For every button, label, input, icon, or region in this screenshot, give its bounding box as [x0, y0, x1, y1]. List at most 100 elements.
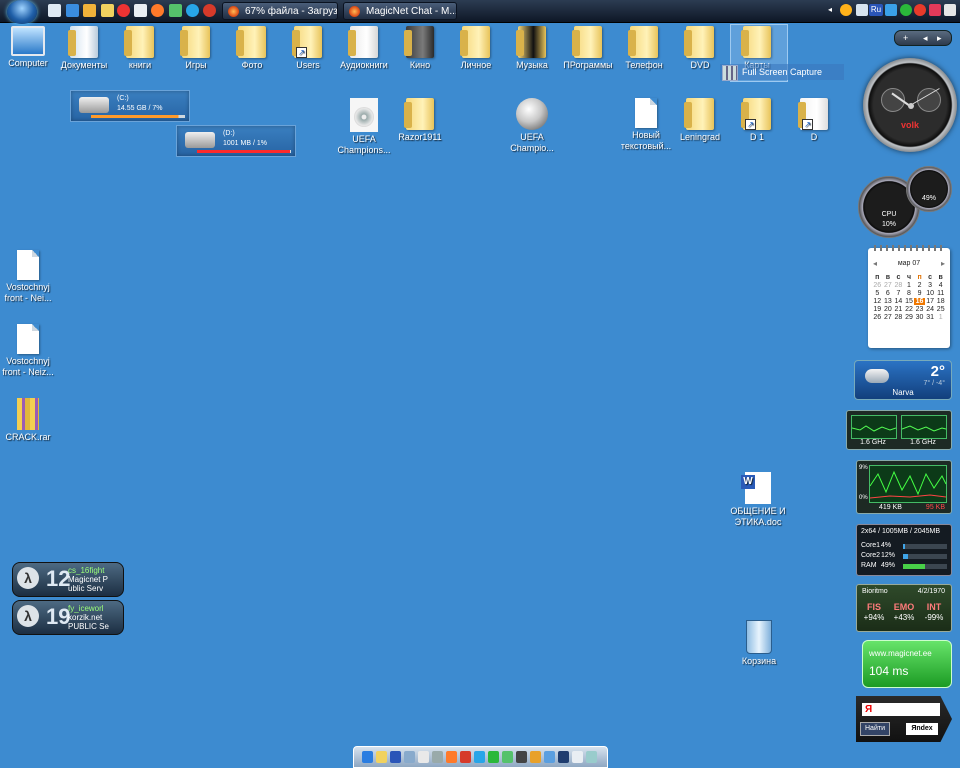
ru-language-icon[interactable]: Ru	[869, 4, 883, 16]
calendar-day[interactable]: 2	[914, 282, 925, 289]
winamp-icon[interactable]	[530, 751, 541, 763]
arrow-icon[interactable]: ◂	[828, 6, 836, 14]
torrent-icon[interactable]	[502, 751, 513, 763]
desktop-icon-razor[interactable]: Razor1911	[390, 98, 450, 143]
start-button[interactable]	[7, 0, 37, 24]
calendar-day[interactable]: 16	[914, 298, 925, 305]
calendar-day[interactable]: 5	[872, 290, 883, 297]
calendar-day[interactable]: 23	[914, 306, 925, 313]
calendar-day[interactable]: 25	[935, 306, 946, 313]
desktop-icon-programs[interactable]: ПРограммы	[558, 26, 618, 71]
desktop-icon-books[interactable]: книги	[110, 26, 170, 71]
shield-icon[interactable]	[929, 4, 941, 16]
calendar-day[interactable]: 6	[883, 290, 894, 297]
calendar-day[interactable]: 3	[925, 282, 936, 289]
network-gadget[interactable]: 9% 0% 419 KB 95 KB	[856, 460, 952, 514]
task-download[interactable]: 67% файла - Загруз...	[222, 2, 338, 20]
next-page-button[interactable]: ▸	[937, 31, 942, 45]
cpu-frequency-gadget[interactable]: 1.6 GHz 1.6 GHz	[846, 410, 952, 450]
desktop-icon-audiobooks[interactable]: Аудиокниги	[334, 26, 394, 71]
calendar-day[interactable]: 1	[935, 314, 946, 321]
game-server-widget-1[interactable]: λ 12 cs_16fight Magicnet P ublic Serv	[12, 562, 124, 597]
gear-icon[interactable]	[432, 751, 443, 763]
desktop-icon-music[interactable]: Музыка	[502, 26, 562, 71]
folder-icon[interactable]	[101, 4, 114, 17]
opera-icon[interactable]	[203, 4, 216, 17]
gmail-icon[interactable]	[117, 4, 130, 17]
desktop-icon-crack-rar[interactable]: CRACK.rar	[0, 398, 58, 443]
chat-icon[interactable]	[544, 751, 555, 763]
calendar-day[interactable]: 24	[925, 306, 936, 313]
photoshop-icon[interactable]	[558, 751, 569, 763]
game-server-widget-2[interactable]: λ 19 fy_iceworl korzik.net PUBLIC Se	[12, 600, 124, 635]
calendar-day[interactable]: 30	[914, 314, 925, 321]
calendar-gadget[interactable]: ◂ мар 07 ▸ п в с ч п с в 26 27 28 1 2 3 4 5 6 7 8 9 10 11 12 1…	[868, 245, 950, 348]
calendar-day[interactable]: 4	[935, 282, 946, 289]
media-player-icon[interactable]	[83, 4, 96, 17]
update-icon[interactable]	[914, 4, 926, 16]
explorer-icon[interactable]	[404, 751, 415, 763]
calendar-day[interactable]: 9	[914, 290, 925, 297]
ie-icon[interactable]	[66, 4, 79, 17]
opera-icon[interactable]	[460, 751, 471, 763]
calendar-day[interactable]: 13	[883, 298, 894, 305]
calendar-day[interactable]: 8	[904, 290, 915, 297]
memory-meter-gadget[interactable]: 49%	[906, 166, 952, 212]
desktop-icon-new-text[interactable]: Новый текстовый...	[616, 98, 676, 152]
calendar-day[interactable]: 10	[925, 290, 936, 297]
folder-icon[interactable]	[376, 751, 387, 763]
system-monitor-gadget[interactable]: 2x64 / 1005MB / 2045MB Core1 4% Core2 12…	[856, 524, 952, 576]
desktop-icon-documents[interactable]: Документы	[54, 26, 114, 71]
desktop-icon-movies[interactable]: Кино	[390, 26, 450, 71]
search-icon[interactable]	[840, 4, 852, 16]
messenger-icon[interactable]	[134, 4, 147, 17]
desktop-icon-word-doc[interactable]: ОБЩЕНИЕ И ЭТИКА.doc	[724, 472, 792, 528]
calendar-day[interactable]: 19	[872, 306, 883, 313]
calendar-day[interactable]: 18	[935, 298, 946, 305]
calendar-day[interactable]: 28	[893, 282, 904, 289]
drive-d-panel[interactable]: (D:) 1001 MB / 1%	[176, 125, 296, 157]
calendar-day[interactable]: 14	[893, 298, 904, 305]
calendar-next-button[interactable]: ▸	[941, 259, 945, 268]
biorhythm-gadget[interactable]: Bioritmo 4/2/1970 FIS +94% EMO +43% INT …	[856, 584, 952, 632]
network-icon[interactable]	[169, 4, 182, 17]
desktop-icon-uefa-disc[interactable]: UEFA Champions...	[334, 98, 394, 156]
search-input[interactable]	[862, 703, 940, 716]
calendar-day[interactable]: 26	[872, 282, 883, 289]
calendar-day[interactable]: 29	[904, 314, 915, 321]
prev-page-button[interactable]: ◂	[923, 31, 928, 45]
calendar-day[interactable]: 12	[872, 298, 883, 305]
mail-icon[interactable]	[572, 751, 583, 763]
calendar-day[interactable]: 28	[893, 314, 904, 321]
clock-gadget[interactable]: volk	[863, 58, 957, 152]
desktop-icon-uefa-ball[interactable]: UEFA Champio...	[502, 98, 562, 154]
desktop-icon-phone[interactable]: Телефон	[614, 26, 674, 71]
desktop-icon-users[interactable]: ↗ Users	[278, 26, 338, 71]
desktop-icon-computer[interactable]: Computer	[0, 26, 58, 69]
desktop-icon-personal[interactable]: Личное	[446, 26, 506, 71]
calendar-day[interactable]: 31	[925, 314, 936, 321]
weather-gadget[interactable]: 2° 7° / -4° Narva	[854, 360, 952, 400]
calendar-day[interactable]: 15	[904, 298, 915, 305]
desktop-icon-d[interactable]: ↗ D	[784, 98, 844, 143]
window-icon[interactable]	[856, 4, 868, 16]
network-icon[interactable]	[885, 4, 897, 16]
calendar-day[interactable]: 11	[935, 290, 946, 297]
calendar-day[interactable]: 26	[872, 314, 883, 321]
calendar-day[interactable]: 1	[904, 282, 915, 289]
calendar-day[interactable]: 27	[883, 314, 894, 321]
volume-icon[interactable]	[944, 4, 956, 16]
search-button[interactable]: Найти	[860, 722, 890, 736]
capture-tooltip[interactable]: Full Screen Capture	[720, 64, 844, 81]
desktop-icon-vostochnyj-2[interactable]: Vostochnyj front - Neiz...	[0, 324, 58, 378]
task-chat[interactable]: MagicNet Chat - M...	[343, 2, 457, 20]
calendar-day[interactable]: 22	[904, 306, 915, 313]
drive-c-panel[interactable]: (C:) 14.55 GB / 7%	[70, 90, 190, 122]
desktop-icon-recycle-bin[interactable]: Корзина	[729, 620, 789, 667]
desktop-icon-photo[interactable]: Фото	[222, 26, 282, 71]
security-icon[interactable]	[900, 4, 912, 16]
monitor-icon[interactable]	[48, 4, 61, 17]
firefox-icon[interactable]	[151, 4, 164, 17]
firefox-icon[interactable]	[446, 751, 457, 763]
desktop-icon-leningrad[interactable]: Leningrad	[670, 98, 730, 143]
